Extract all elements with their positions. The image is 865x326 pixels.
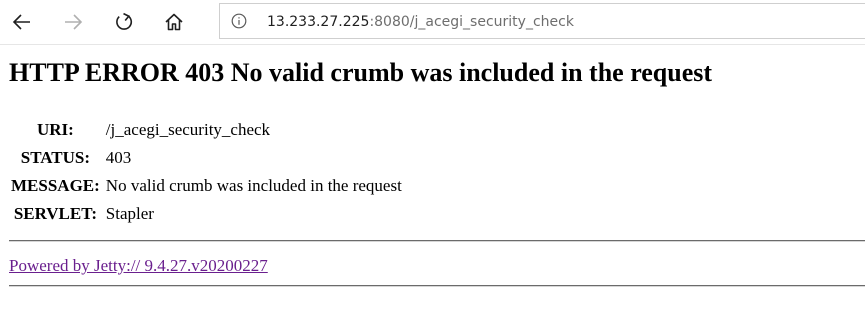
row-value: 403 — [105, 148, 132, 167]
url-host: 13.233.27.225 — [267, 14, 370, 30]
arrow-right-icon — [65, 14, 83, 30]
address-bar[interactable]: 13.233.27.225:8080/j_acegi_security_chec… — [219, 3, 865, 39]
row-value: Stapler — [105, 204, 154, 223]
forward-button[interactable] — [55, 4, 91, 40]
powered-by-link[interactable]: Powered by Jetty:// 9.4.27.v20200227 — [9, 256, 268, 276]
url-path: :8080/j_acegi_security_check — [369, 14, 574, 30]
home-icon — [165, 13, 183, 31]
table-row: URI: /j_acegi_security_check — [9, 116, 404, 144]
row-label: MESSAGE: — [11, 176, 100, 195]
back-button[interactable] — [4, 4, 40, 40]
page-title: HTTP ERROR 403 No valid crumb was includ… — [9, 58, 713, 87]
browser-toolbar: 13.233.27.225:8080/j_acegi_security_chec… — [0, 0, 865, 45]
table-row: STATUS: 403 — [9, 144, 404, 172]
divider — [9, 240, 865, 242]
divider — [9, 285, 865, 287]
row-label: URI: — [36, 120, 74, 139]
row-label: SERVLET: — [13, 204, 97, 223]
home-button[interactable] — [156, 4, 192, 40]
refresh-icon — [116, 12, 133, 30]
row-value: No valid crumb was included in the reque… — [105, 176, 402, 195]
row-value: /j_acegi_security_check — [105, 120, 271, 139]
row-label: STATUS: — [20, 148, 91, 167]
url-text[interactable]: 13.233.27.225:8080/j_acegi_security_chec… — [267, 13, 574, 31]
refresh-button[interactable] — [106, 4, 142, 40]
table-row: SERVLET: Stapler — [9, 200, 404, 228]
table-row: MESSAGE: No valid crumb was included in … — [9, 172, 404, 200]
page-content: HTTP ERROR 403 No valid crumb was includ… — [0, 44, 865, 326]
arrow-left-icon — [12, 14, 30, 30]
info-icon[interactable] — [231, 13, 247, 29]
error-info-table: URI: /j_acegi_security_check STATUS: 403… — [9, 116, 404, 228]
